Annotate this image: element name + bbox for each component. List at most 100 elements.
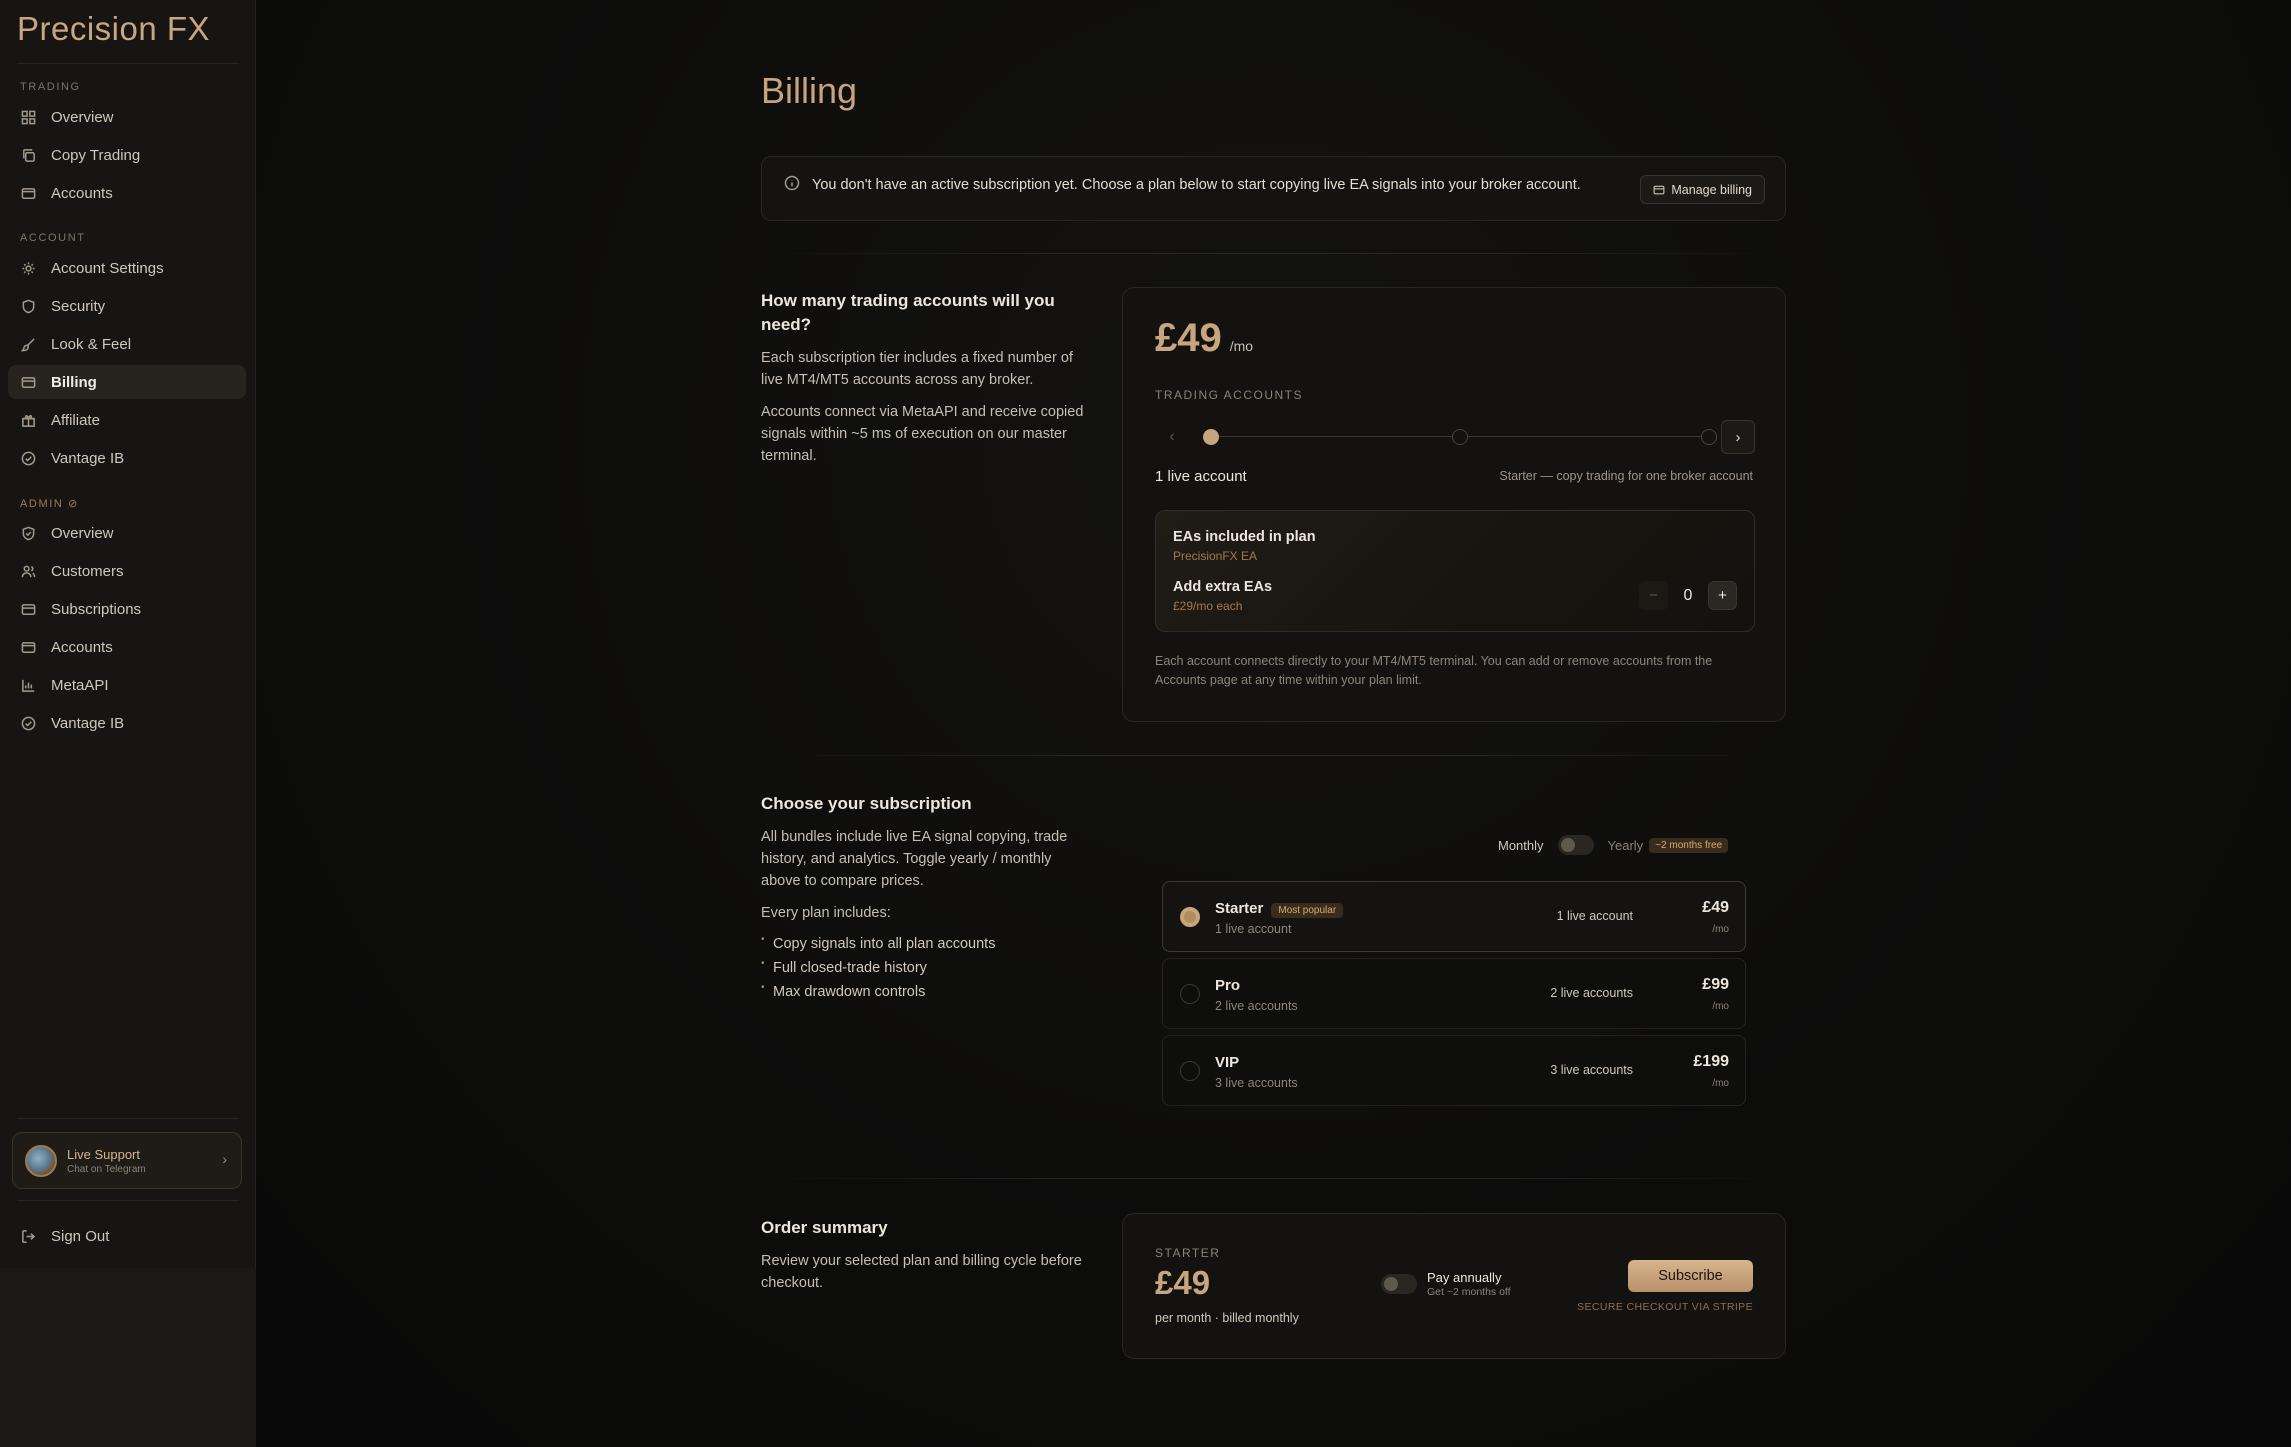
accounts-card: £49 /mo TRADING ACCOUNTS ‹ › 1 live acco… (1122, 287, 1786, 722)
switch-knob (1384, 1277, 1398, 1291)
section-divider (761, 755, 1786, 756)
sidebar-item-label: Security (51, 297, 106, 315)
sidebar-item-label: Billing (51, 373, 97, 391)
pay-annually-label: Pay annually (1427, 1270, 1502, 1285)
support-subtitle: Chat on Telegram (67, 1163, 146, 1175)
brush-icon (20, 336, 36, 352)
secure-checkout-note: SECURE CHECKOUT VIA STRIPE (1577, 1301, 1753, 1313)
pay-annually-sub: Get ~2 months off (1427, 1286, 1511, 1298)
slider-stop-1[interactable] (1203, 429, 1219, 445)
plan-name: Pro (1215, 977, 1241, 994)
subscription-intro: Choose your subscription All bundles inc… (761, 792, 1091, 1004)
sidebar-item-accounts[interactable]: Accounts (8, 176, 246, 210)
info-icon (784, 175, 800, 191)
chevron-right-icon[interactable]: › (1721, 420, 1755, 454)
live-support-card[interactable]: Live Support Chat on Telegram › (12, 1132, 242, 1189)
sidebar-item-label: Accounts (51, 184, 113, 202)
sidebar-item-account-settings[interactable]: Account Settings (8, 251, 246, 285)
sidebar-item-admin-vantage-ib[interactable]: Vantage IB (8, 706, 246, 740)
plan-radio[interactable] (1180, 1061, 1200, 1081)
extra-ea-price: £29/mo each (1173, 599, 1243, 613)
subscribe-button[interactable]: Subscribe (1628, 1260, 1753, 1292)
summary-price: £49 (1155, 1264, 1211, 1301)
sidebar-item-label: Vantage IB (51, 714, 125, 732)
accounts-note: Each account connects directly to your M… (1155, 654, 1713, 687)
slider-stop-3[interactable] (1701, 429, 1717, 445)
sidebar-item-label: Vantage IB (51, 449, 125, 467)
plan-option-vip[interactable]: VIP 3 live accounts 3 live accounts £199… (1162, 1035, 1746, 1106)
subscription-para: All bundles include live EA signal copyi… (761, 829, 1068, 889)
billing-cycle-text: per month · billed monthly (1155, 1311, 1299, 1325)
sidebar-item-metaapi[interactable]: MetaAPI (8, 668, 246, 702)
pay-annually-toggle: Pay annually Get ~2 months off (1381, 1270, 1511, 1298)
plan-option-pro[interactable]: Pro 2 live accounts 2 live accounts £99 … (1162, 958, 1746, 1029)
sidebar-item-label: Accounts (51, 638, 113, 656)
tier-description: Starter — copy trading for one broker ac… (1499, 469, 1753, 483)
billing-cycle-switch[interactable] (1557, 835, 1594, 855)
billing-cycle-toggle: Monthly Yearly ~2 months free (1498, 835, 1729, 855)
decrement-button[interactable]: − (1639, 581, 1668, 610)
sidebar-item-label: Account Settings (51, 259, 164, 277)
plan-accounts: 3 live accounts (1550, 1063, 1633, 1077)
sidebar-item-label: Look & Feel (51, 335, 132, 353)
sidebar-item-admin-accounts[interactable]: Accounts (8, 630, 246, 664)
plan-radio[interactable] (1180, 907, 1200, 927)
sidebar-item-customers[interactable]: Customers (8, 554, 246, 588)
price-display: £49 /mo (1155, 316, 1253, 361)
sign-out-label: Sign Out (51, 1227, 110, 1245)
manage-billing-label: Manage billing (1671, 182, 1752, 197)
sidebar-item-billing[interactable]: Billing (8, 365, 246, 399)
plan-radio[interactable] (1180, 984, 1200, 1004)
sidebar-item-affiliate[interactable]: Affiliate (8, 403, 246, 437)
bar-chart-icon (20, 677, 36, 693)
plan-subtitle: 3 live accounts (1215, 1076, 1298, 1090)
pay-annually-switch[interactable] (1381, 1274, 1417, 1294)
switch-knob (1560, 838, 1575, 852)
price-value: £49 (1155, 316, 1222, 360)
plan-period: /mo (1712, 1078, 1729, 1089)
banner-message: You don't have an active subscription ye… (812, 177, 1581, 193)
extra-ea-stepper[interactable]: − 0 + (1639, 581, 1737, 610)
gear-icon (20, 260, 36, 276)
sidebar-item-label: Overview (51, 524, 114, 542)
section-divider (761, 253, 1786, 254)
sidebar-item-look-feel[interactable]: Look & Feel (8, 327, 246, 361)
slider-stop-2[interactable] (1452, 429, 1468, 445)
sidebar-item-admin-overview[interactable]: Overview (8, 516, 246, 550)
sign-out-button[interactable]: Sign Out (8, 1219, 246, 1253)
subscription-heading: Choose your subscription (761, 794, 972, 813)
extra-ea-title: Add extra EAs (1173, 579, 1273, 595)
monthly-label: Monthly (1498, 837, 1544, 853)
includes-label: Every plan includes: (761, 905, 891, 921)
plan-option-starter[interactable]: Starter Most popular 1 live account 1 liv… (1162, 881, 1746, 952)
plan-price: £199 (1693, 1053, 1729, 1070)
sidebar-item-label: MetaAPI (51, 676, 109, 694)
order-summary-para: Review your selected plan and billing cy… (761, 1253, 1082, 1291)
plan-accounts: 1 live account (1556, 909, 1633, 923)
accounts-intro: How many trading accounts will you need?… (761, 289, 1091, 467)
manage-billing-button[interactable]: Manage billing (1640, 175, 1765, 204)
plan-name: VIP (1215, 1054, 1240, 1071)
order-summary-intro: Order summary Review your selected plan … (761, 1216, 1091, 1294)
gift-icon (20, 412, 36, 428)
section-divider (761, 1178, 1786, 1179)
sidebar-item-security[interactable]: Security (8, 289, 246, 323)
plan-subtitle: 1 live account (1215, 922, 1292, 936)
sidebar-item-label: Overview (51, 108, 114, 126)
sidebar-divider (17, 1200, 239, 1201)
sidebar-item-copy-trading[interactable]: Copy Trading (8, 138, 246, 172)
chevron-right-icon: › (222, 1151, 227, 1167)
order-summary-heading: Order summary (761, 1218, 888, 1237)
sidebar-item-overview[interactable]: Overview (8, 100, 246, 134)
sidebar-item-vantage-ib[interactable]: Vantage IB (8, 441, 246, 475)
sidebar-item-subscriptions[interactable]: Subscriptions (8, 592, 246, 626)
accounts-slider[interactable]: ‹ › (1155, 420, 1755, 454)
grid-icon (20, 109, 36, 125)
yearly-label: Yearly (1607, 837, 1644, 853)
trading-accounts-label: TRADING ACCOUNTS (1155, 388, 1304, 402)
sidebar-item-label: Copy Trading (51, 146, 141, 164)
credit-card-icon (20, 601, 36, 617)
increment-button[interactable]: + (1708, 581, 1737, 610)
sidebar-item-label: Subscriptions (51, 600, 142, 618)
chevron-left-icon[interactable]: ‹ (1155, 420, 1189, 454)
